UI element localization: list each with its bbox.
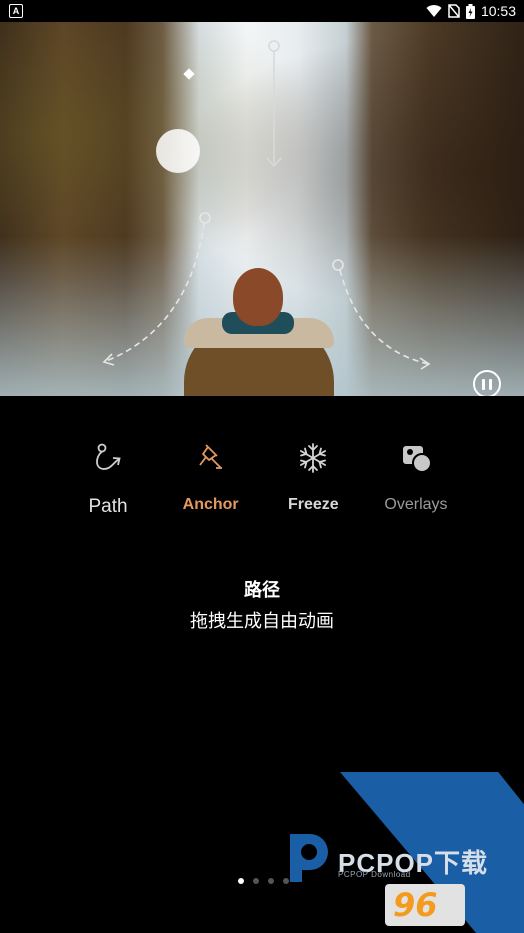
status-icons: 10:53	[426, 3, 516, 19]
path-arrow-left[interactable]	[102, 212, 211, 366]
no-sim-icon	[448, 4, 460, 18]
tool-overlays-label: Overlays	[384, 496, 448, 513]
tool-freeze[interactable]: Freeze	[262, 436, 364, 526]
clock: 10:53	[480, 3, 516, 19]
tool-selector: Path Anchor Freeze Overlays	[57, 436, 467, 526]
pause-button[interactable]	[473, 370, 501, 396]
path-arrow-right[interactable]	[332, 259, 431, 370]
feature-title: 路径	[244, 580, 280, 600]
anchor-pin-icon	[198, 444, 222, 469]
video-preview[interactable]	[0, 22, 524, 396]
watermark-subtext: PCPOP Download	[338, 870, 411, 879]
overlays-icon	[402, 446, 432, 473]
pause-bar-right	[489, 378, 492, 390]
wifi-icon	[426, 5, 442, 18]
path-arrow-down[interactable]	[266, 40, 282, 168]
feature-subtitle: 拖拽生成自由动画	[190, 611, 334, 631]
tool-anchor-label: Anchor	[182, 496, 239, 513]
anchor-point[interactable]	[183, 68, 195, 80]
snowflake-icon	[300, 443, 327, 473]
page-dot[interactable]	[238, 878, 244, 884]
page-indicator	[238, 878, 289, 884]
status-bar: A 10:53	[0, 0, 524, 22]
tool-path-label: Path	[88, 496, 128, 517]
battery-icon	[465, 3, 475, 19]
pause-bar-left	[482, 378, 485, 390]
touch-indicator	[156, 129, 200, 173]
page-dot[interactable]	[283, 878, 289, 884]
motion-path-overlay	[102, 40, 431, 370]
tool-freeze-label: Freeze	[287, 496, 339, 513]
path-icon	[96, 443, 121, 470]
tool-anchor[interactable]: Anchor	[160, 436, 262, 526]
watermark-badge-text: 96	[393, 886, 438, 924]
page-dot[interactable]	[268, 878, 274, 884]
tool-path[interactable]: Path	[57, 436, 159, 526]
feature-description: 路径 拖拽生成自由动画	[0, 576, 524, 633]
page-dot[interactable]	[253, 878, 259, 884]
app-notification-icon: A	[9, 4, 23, 18]
pcpop-logo-icon	[290, 834, 328, 882]
tool-overlays[interactable]: Overlays	[365, 436, 467, 526]
watermark-badge: 96	[385, 884, 465, 926]
